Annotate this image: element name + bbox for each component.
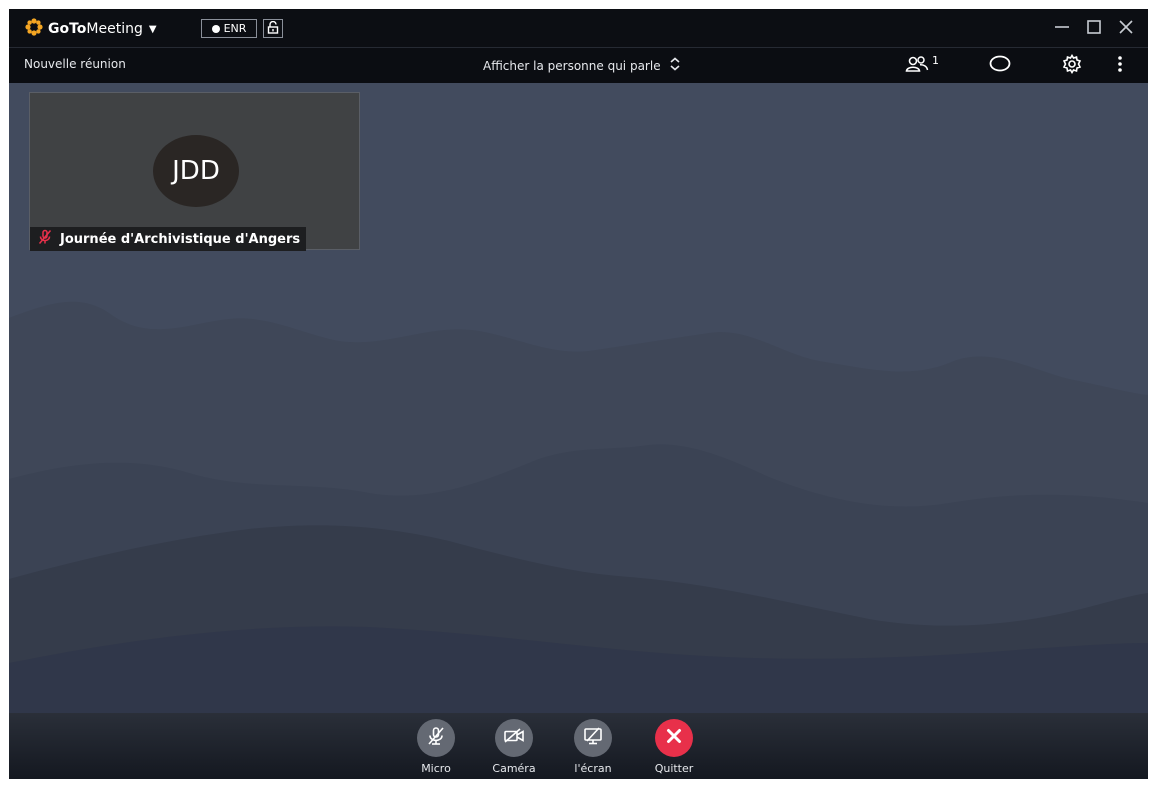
screen-share-label: l'écran (574, 762, 612, 775)
chat-button[interactable] (989, 54, 1011, 78)
chat-bubble-icon (989, 55, 1011, 77)
camera-button[interactable]: Caméra (489, 719, 539, 775)
avatar: JDD (153, 135, 239, 207)
app-brand: GoToMeeting (48, 21, 143, 37)
meeting-title: Nouvelle réunion (24, 57, 126, 71)
micro-label: Micro (421, 762, 451, 775)
close-x-icon (666, 728, 682, 748)
participant-tile[interactable]: JDD Journée d'Archivistique d'Angers (29, 92, 360, 251)
video-stage: JDD Journée d'Archivistique d'Angers (9, 83, 1148, 779)
micro-button-circle[interactable] (417, 719, 455, 757)
camera-button-circle[interactable] (495, 719, 533, 757)
window-controls (1054, 17, 1134, 37)
micro-button[interactable]: Micro (411, 719, 461, 775)
quit-button-circle[interactable] (655, 719, 693, 757)
quit-label: Quitter (654, 762, 694, 775)
settings-button[interactable] (1062, 53, 1082, 78)
close-icon[interactable] (1118, 17, 1134, 37)
minimize-icon[interactable] (1054, 17, 1070, 37)
camera-off-icon (503, 728, 525, 748)
quit-button[interactable]: Quitter (649, 719, 699, 775)
app-window: GoToMeeting ▼ ENR Nouvelle réunion Affic… (9, 9, 1148, 779)
title-bar: GoToMeeting ▼ ENR (9, 9, 1148, 47)
kebab-menu-icon (1117, 55, 1123, 77)
record-dot-icon (211, 24, 220, 33)
view-mode-select[interactable]: Afficher la personne qui parle (483, 57, 681, 74)
screen-share-button-circle[interactable] (574, 719, 612, 757)
meeting-toolbar: Nouvelle réunion Afficher la personne qu… (9, 47, 1148, 83)
more-options-button[interactable] (1117, 54, 1123, 78)
participants-count: 1 (932, 53, 939, 67)
screen-share-button[interactable]: l'écran (568, 719, 618, 775)
screen-share-off-icon (583, 727, 603, 749)
participant-name: Journée d'Archivistique d'Angers (60, 231, 301, 247)
view-mode-label: Afficher la personne qui parle (483, 58, 661, 73)
gear-icon (1062, 53, 1082, 78)
record-button[interactable]: ENR (201, 19, 257, 38)
lock-meeting-button[interactable] (263, 19, 283, 38)
meeting-controls: Micro Caméra l'écran Quitter (9, 713, 1148, 779)
maximize-icon[interactable] (1086, 17, 1102, 37)
mic-muted-icon (38, 229, 52, 249)
chevron-down-icon: ▼ (148, 23, 157, 35)
gotomeeting-logo-icon (25, 18, 43, 40)
app-menu[interactable]: GoToMeeting ▼ (25, 18, 157, 40)
participant-nameplate: Journée d'Archivistique d'Angers (30, 227, 307, 251)
unlock-icon (267, 19, 279, 38)
camera-label: Caméra (492, 762, 536, 775)
people-icon (905, 55, 929, 77)
participants-button[interactable]: 1 (905, 54, 939, 78)
mic-off-icon (427, 726, 445, 750)
record-label: ENR (223, 22, 247, 35)
chevron-up-down-icon (669, 57, 681, 74)
